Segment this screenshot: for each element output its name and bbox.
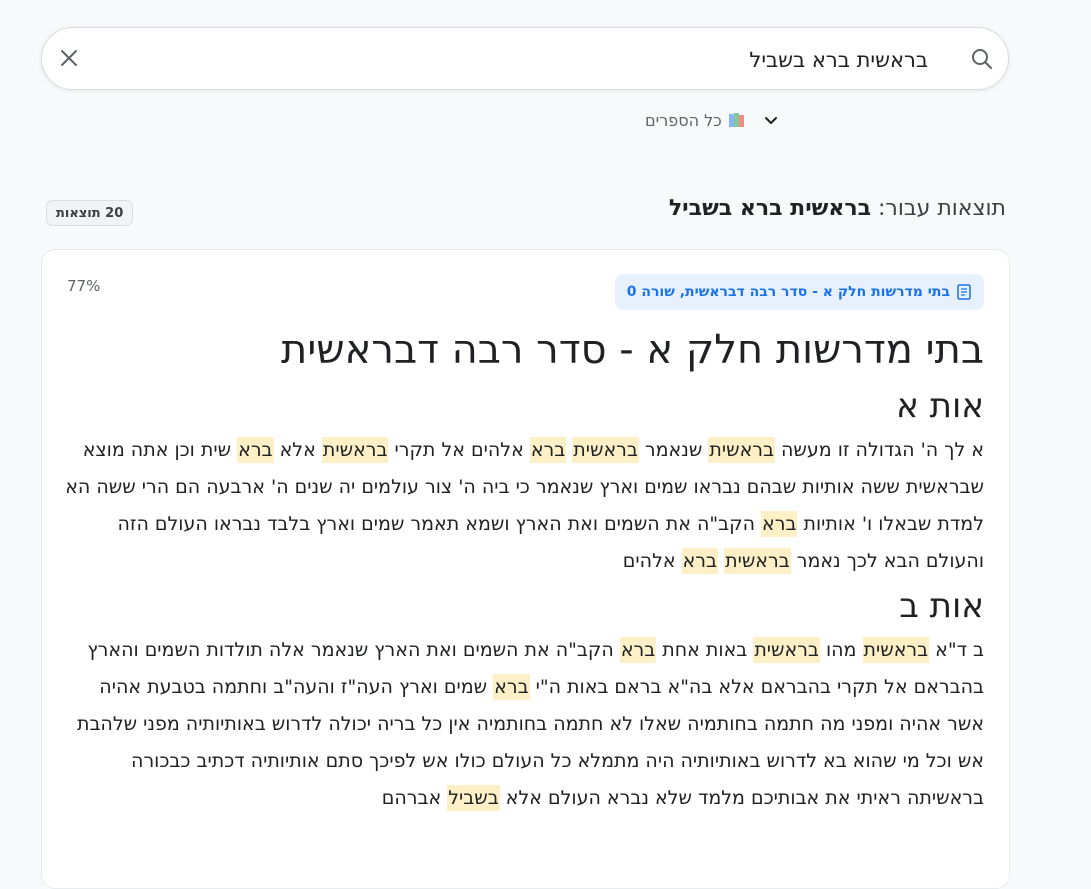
results-query: בראשית ברא בשביל [668,196,872,221]
paragraph-text: באות אחת [656,639,754,661]
chevron-down-icon [764,117,777,124]
results-count-badge: 20 תוצאות [46,200,134,226]
source-label: בתי מדרשות חלק א - סדר רבה דבראשית, שורה… [626,284,950,300]
search-highlight: בשביל [447,785,500,811]
search-highlight: ברא [761,511,798,537]
search-highlight: ברא [619,637,657,663]
paragraph-text: ב ד"א [929,639,984,661]
relevance-score: 77% [67,277,101,295]
search-highlight: בראשית [321,437,389,463]
scope-label: כל הספרים [645,110,722,130]
clear-search-button[interactable] [56,45,82,71]
search-icon[interactable] [970,47,994,71]
search-highlight: ברא [529,437,567,463]
source-chip[interactable]: בתי מדרשות חלק א - סדר רבה דבראשית, שורה… [614,274,984,310]
paragraph-text: אלא [273,439,322,461]
document-title: בתי מדרשות חלק א - סדר רבה דבראשית [281,327,984,373]
paragraph-text: שנאמר [638,439,709,461]
results-prefix: תוצאות עבור: [871,196,1006,221]
search-highlight: בראשית [753,637,820,663]
document-icon [957,284,971,300]
result-card[interactable]: 77% בתי מדרשות חלק א - סדר רבה דבראשית, … [41,249,1010,889]
document-content: בתי מדרשות חלק א - סדר רבה דבראשית אות א… [64,320,984,817]
section-heading: אות ב [899,586,984,626]
results-header: תוצאות עבור: בראשית ברא בשביל [669,196,1006,230]
paragraph-text: אלהים אל תקרי [388,439,530,461]
search-highlight: בראשית [708,437,775,463]
paragraph-text: א לך ה' הגדולה זו מעשה [774,439,984,461]
book-scope-selector[interactable]: כל הספרים [645,106,780,134]
section-heading: אות א [896,386,984,426]
section-paragraph: ב ד"א בראשית מהו בראשית באות אחת ברא הקב… [64,632,984,817]
search-input[interactable] [226,42,930,78]
paragraph-text: אלהים [622,550,682,572]
search-highlight: בראשית [572,437,639,463]
search-highlight: ברא [237,437,274,463]
search-highlight: ברא [681,548,719,574]
search-highlight: בראשית [724,548,791,574]
results-count-label: 20 תוצאות [56,205,124,221]
search-highlight: ברא [493,674,530,700]
search-bar [41,27,1009,90]
close-icon [61,50,77,66]
section-paragraph: א לך ה' הגדולה זו מעשה בראשית שנאמר בראש… [64,432,984,580]
paragraph-text: אברהם [381,787,448,809]
paragraph-text: מהו [819,639,863,661]
books-icon [728,113,744,127]
search-highlight: בראשית [862,637,930,663]
